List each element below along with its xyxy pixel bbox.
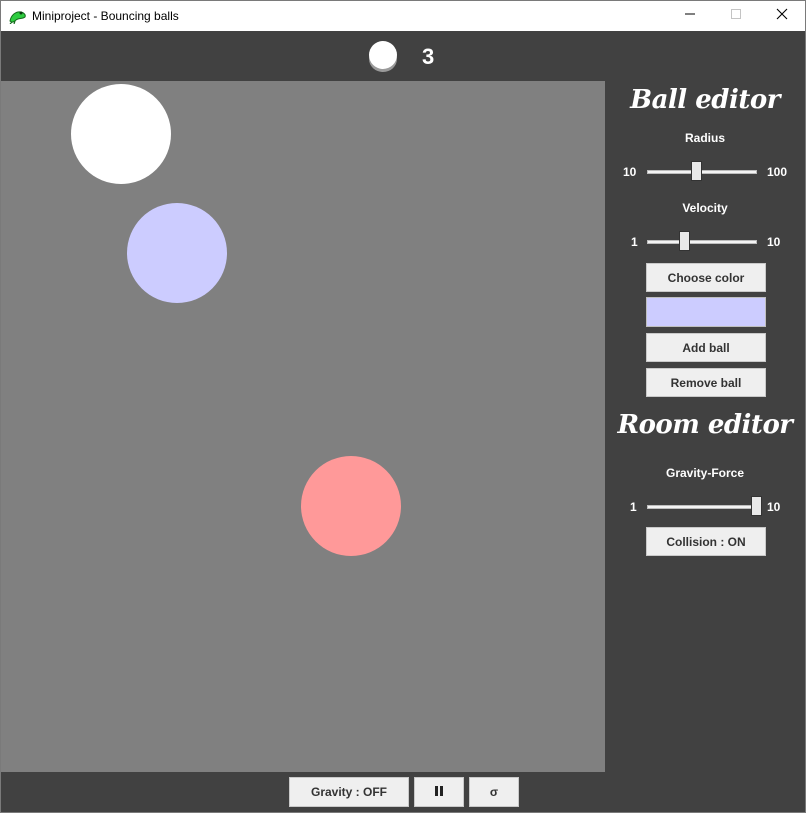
app-frog-icon	[9, 8, 27, 25]
maximize-icon	[730, 7, 742, 25]
add-ball-button[interactable]: Add ball	[646, 333, 766, 362]
ball	[301, 456, 401, 556]
pause-button[interactable]	[414, 777, 464, 807]
gravity-force-label: Gravity-Force	[665, 466, 745, 480]
maximize-button[interactable]	[713, 1, 759, 31]
radius-max: 100	[767, 165, 788, 179]
bottom-toolbar: Gravity : OFF σ	[1, 772, 805, 812]
gravity-force-slider-track[interactable]	[647, 505, 757, 509]
minimize-icon	[684, 7, 696, 25]
simulation-canvas[interactable]	[1, 81, 605, 772]
gravity-force-slider[interactable]	[751, 496, 762, 516]
title-bar: Miniproject - Bouncing balls	[1, 1, 805, 31]
velocity-slider[interactable]	[679, 231, 690, 251]
gravity-force-min: 1	[630, 500, 637, 514]
gravity-force-slider-row: 1 10	[605, 496, 805, 518]
collision-toggle-button[interactable]: Collision : ON	[646, 527, 766, 556]
close-icon	[776, 7, 788, 25]
radius-slider-row: 10 100	[605, 161, 805, 183]
close-button[interactable]	[759, 1, 805, 31]
radius-slider[interactable]	[691, 161, 702, 181]
velocity-slider-row: 1 10	[605, 231, 805, 253]
gravity-toggle-button[interactable]: Gravity : OFF	[289, 777, 409, 807]
ball	[71, 84, 171, 184]
ball	[127, 203, 227, 303]
velocity-label: Velocity	[682, 201, 728, 215]
gravity-force-max: 10	[767, 500, 781, 514]
ball-icon	[367, 41, 399, 73]
remove-ball-button[interactable]: Remove ball	[646, 368, 766, 397]
radius-label: Radius	[684, 131, 725, 145]
minimize-button[interactable]	[667, 1, 713, 31]
ball-count: 3	[422, 44, 435, 69]
app-window: Miniproject - Bouncing balls 3 Ball edit…	[0, 0, 806, 813]
reset-icon: σ	[489, 785, 499, 799]
reset-button[interactable]: σ	[469, 777, 519, 807]
radius-min: 10	[623, 165, 637, 179]
pause-icon	[433, 785, 445, 800]
header-bar: 3	[1, 31, 805, 81]
ball-editor-title: Ball editor	[630, 85, 780, 115]
choose-color-button[interactable]: Choose color	[646, 263, 766, 292]
room-editor-title: Room editor	[617, 410, 793, 440]
velocity-slider-track[interactable]	[647, 240, 757, 244]
selected-color-swatch	[646, 297, 766, 327]
radius-slider-track[interactable]	[647, 170, 757, 174]
window-title: Miniproject - Bouncing balls	[32, 9, 179, 23]
editor-panel: Ball editor Radius 10 100 Velocity 1 10 …	[605, 81, 805, 772]
velocity-max: 10	[767, 235, 781, 249]
velocity-min: 1	[631, 235, 638, 249]
